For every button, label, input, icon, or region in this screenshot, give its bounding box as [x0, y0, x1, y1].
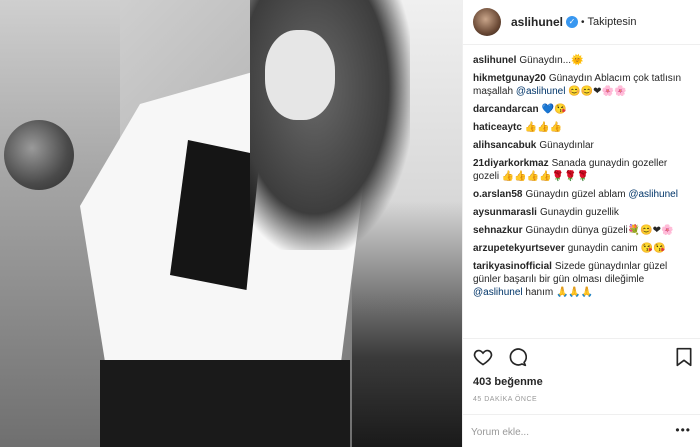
comment-item: o.arslan58 Günaydın güzel ablam @aslihune… [473, 188, 689, 201]
comment-username[interactable]: arzupetekyurtsever [473, 243, 565, 254]
photo-flowers [4, 120, 74, 190]
photo-black-pants [100, 360, 350, 447]
comment-username[interactable]: haticeaytc [473, 122, 522, 133]
comment-item: darcandarcan 💙😘 [473, 103, 689, 116]
post-sidebar: aslihunel ✓ • Takiptesin aslihunel Günayd… [462, 0, 700, 447]
post-header: aslihunel ✓ • Takiptesin [463, 0, 700, 45]
likes-count[interactable]: 403 beğenme [473, 376, 543, 388]
comment-item: haticeaytc 👍👍👍 [473, 121, 689, 134]
post-photo[interactable] [0, 0, 462, 447]
comment-text: gunaydin canim 😘😘 [567, 243, 666, 254]
comment-text: Günaydın dünya güzeli💐😊❤🌸 [525, 225, 674, 236]
avatar[interactable] [473, 8, 501, 36]
comment-input[interactable] [471, 423, 671, 441]
comment-item: 21diyarkorkmaz Sanada gunaydin gozeller g… [473, 157, 689, 183]
heart-icon[interactable] [473, 347, 493, 367]
comment-text: Gunaydin guzellik [539, 207, 619, 218]
comment-icon[interactable] [507, 347, 527, 367]
action-bar [463, 338, 700, 374]
bookmark-icon[interactable] [675, 347, 693, 367]
comment-username[interactable]: o.arslan58 [473, 189, 522, 200]
comment-username[interactable]: alihsancabuk [473, 140, 536, 151]
verified-badge-icon: ✓ [566, 16, 579, 28]
comment-mention-link[interactable]: @aslihunel [473, 287, 523, 298]
comment-text: Günaydınlar [539, 140, 594, 151]
comment-username[interactable]: sehnazkur [473, 225, 522, 236]
comment-text: 💙😘 [541, 104, 567, 115]
comment-item: tarikyasinofficial Sizede günaydınlar güz… [473, 260, 689, 299]
comment-text-after: 😊😊❤🌸🌸 [565, 86, 627, 97]
comment-item: aysunmarasli Gunaydin guzellik [473, 206, 689, 219]
comment-username[interactable]: hikmetgunay20 [473, 73, 546, 84]
comment-item: arzupetekyurtsever gunaydin canim 😘😘 [473, 242, 689, 255]
comment-username[interactable]: tarikyasinofficial [473, 261, 552, 272]
add-comment-bar: ••• [463, 414, 700, 447]
comment-text-after: hanım 🙏🙏🙏 [522, 287, 594, 298]
comment-text: Günaydın güzel ablam [525, 189, 626, 200]
header-username[interactable]: aslihunel [511, 15, 563, 29]
comment-username[interactable]: aysunmarasli [473, 207, 537, 218]
comment-text: Günaydın...🌞 [519, 55, 584, 66]
comment-item: aslihunel Günaydın...🌞 [473, 54, 689, 67]
comment-username[interactable]: darcandarcan [473, 104, 539, 115]
comment-mention-link[interactable]: @aslihunel [628, 189, 678, 200]
comment-username[interactable]: 21diyarkorkmaz [473, 158, 549, 169]
more-options-icon[interactable]: ••• [675, 423, 691, 437]
comment-mention-link[interactable]: @aslihunel [516, 86, 566, 97]
comments-list: aslihunel Günaydın...🌞 hikmetgunay20 Günayd… [463, 46, 700, 336]
post-timestamp[interactable]: 45 DAKİKA ÖNCE [473, 396, 537, 403]
photo-hair [250, 0, 410, 250]
follow-status-button[interactable]: Takiptesin [588, 16, 637, 28]
comment-item: alihsancabuk Günaydınlar [473, 139, 689, 152]
comment-text: 👍👍👍 [524, 122, 563, 133]
comment-username[interactable]: aslihunel [473, 55, 516, 66]
header-separator: • [581, 16, 585, 28]
comment-item: sehnazkur Günaydın dünya güzeli💐😊❤🌸 [473, 224, 689, 237]
photo-face [265, 30, 335, 120]
comment-item: hikmetgunay20 Günaydın Ablacım çok tatlıs… [473, 72, 689, 98]
